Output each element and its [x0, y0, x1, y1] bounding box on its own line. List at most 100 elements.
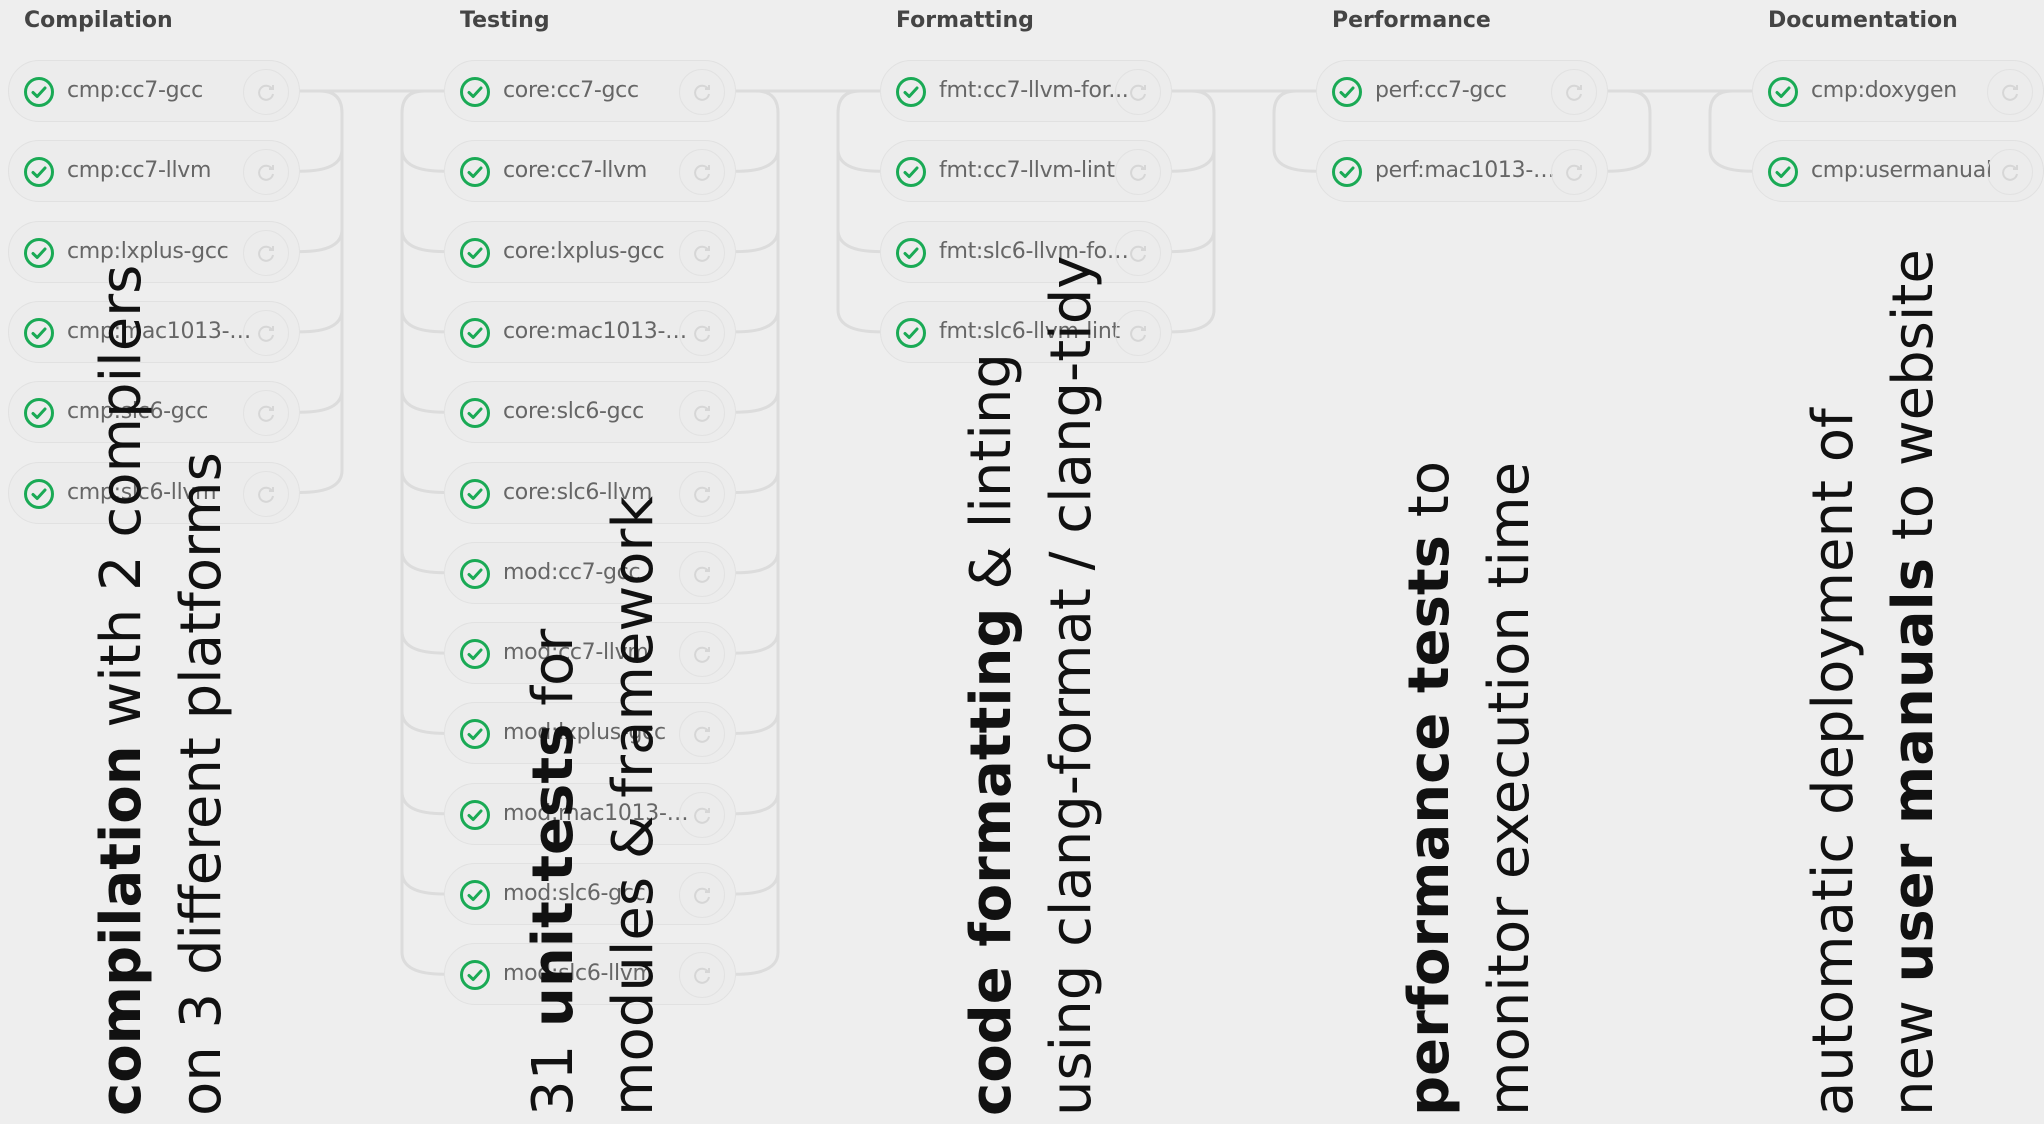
retry-icon[interactable] — [1115, 69, 1161, 115]
retry-icon[interactable] — [1987, 69, 2033, 115]
check-circle-icon — [1331, 76, 1363, 108]
annotation-emphasis: performance tests — [1397, 535, 1462, 1116]
annotation-text: with 2 compilers — [89, 264, 154, 746]
retry-icon[interactable] — [1115, 229, 1161, 276]
job-name[interactable]: cmp:usermanual — [1811, 158, 2001, 183]
connector-line — [299, 113, 344, 254]
retry-icon[interactable] — [679, 229, 725, 276]
job-name[interactable]: cmp:lxplus-gcc — [67, 239, 257, 264]
stage-title: Performance — [1332, 8, 1491, 33]
job-pill[interactable]: core:cc7-llvm — [444, 140, 736, 203]
job-name[interactable]: cmp:cc7-llvm — [67, 158, 257, 183]
job-name[interactable]: cmp:doxygen — [1811, 78, 2001, 103]
retry-icon[interactable] — [679, 711, 725, 758]
retry-icon[interactable] — [679, 550, 725, 597]
stage-title: Documentation — [1768, 8, 1958, 33]
retry-icon[interactable] — [679, 149, 725, 196]
job-name[interactable]: core:mac1013-c... — [503, 319, 693, 344]
retry-icon[interactable] — [679, 309, 725, 356]
check-circle-icon — [23, 237, 55, 269]
connector-line — [735, 113, 780, 334]
connector-line — [735, 113, 780, 254]
annotation-line: using clang-format / clang-tidy — [1032, 256, 1112, 1116]
job-pill[interactable]: cmp:usermanual — [1752, 140, 2044, 203]
connector-line — [1627, 89, 1652, 114]
stage-title: Compilation — [24, 8, 173, 33]
annotation-line: code formatting & linting — [952, 256, 1032, 1116]
check-circle-icon — [459, 237, 491, 269]
job-pill[interactable]: fmt:cc7-llvm-lint — [880, 140, 1172, 203]
annotation-text: on 3 different platforms — [169, 452, 234, 1116]
job-pill[interactable]: core:mac1013-c... — [444, 300, 736, 363]
job-name[interactable]: cmp:cc7-gcc — [67, 78, 257, 103]
connector-line — [319, 89, 344, 114]
retry-icon[interactable] — [679, 791, 725, 838]
retry-icon[interactable] — [1551, 149, 1597, 196]
connector-line — [400, 113, 445, 334]
job-name[interactable]: perf:cc7-gcc — [1375, 78, 1565, 103]
job-name[interactable]: fmt:cc7-llvm-lint — [939, 158, 1129, 183]
retry-icon[interactable] — [679, 872, 725, 918]
pipeline-graph: Compilation cmp:cc7-gcc cmp:cc7-llvm cmp:lx… — [0, 0, 2044, 1124]
job-pill[interactable]: core:cc7-gcc — [444, 60, 736, 122]
retry-icon[interactable] — [679, 470, 725, 517]
job-pill[interactable]: cmp:cc7-gcc — [8, 60, 300, 122]
connector-line — [299, 113, 344, 414]
stage-title: Formatting — [896, 8, 1034, 33]
check-circle-icon — [459, 959, 491, 991]
stage-title: Testing — [460, 8, 550, 33]
connector-line — [836, 113, 881, 254]
job-name[interactable]: core:cc7-llvm — [503, 158, 693, 183]
retry-icon[interactable] — [1115, 149, 1161, 196]
annotation-text: monitor execution time — [1477, 461, 1542, 1116]
check-circle-icon — [459, 317, 491, 349]
job-pill[interactable]: core:lxplus-gcc — [444, 220, 736, 283]
retry-icon[interactable] — [679, 69, 725, 115]
job-name[interactable]: core:slc6-gcc — [503, 399, 693, 424]
check-circle-icon — [459, 879, 491, 911]
annotation-line: performance tests to — [1390, 461, 1470, 1116]
stage-annotation: automatic deployment of new user manuals … — [1794, 249, 1954, 1116]
connector-line — [735, 113, 780, 896]
annotation-emphasis: unit tests — [521, 723, 586, 1027]
retry-icon[interactable] — [243, 149, 289, 196]
connector-line — [1272, 89, 1297, 114]
job-name[interactable]: fmt:cc7-llvm-for... — [939, 78, 1129, 103]
retry-icon[interactable] — [1115, 309, 1161, 356]
connector-line — [755, 89, 780, 114]
job-pill[interactable]: cmp:doxygen — [1752, 60, 2044, 122]
connector-line — [1171, 113, 1216, 173]
job-name[interactable]: core:lxplus-gcc — [503, 239, 693, 264]
check-circle-icon — [459, 718, 491, 750]
connector-line — [400, 113, 445, 254]
connector-line — [1171, 113, 1216, 254]
connector-line — [836, 113, 881, 173]
job-pill[interactable]: perf:mac1013-cl... — [1316, 140, 1608, 203]
check-circle-icon — [895, 76, 927, 108]
job-pill[interactable]: core:slc6-gcc — [444, 381, 736, 444]
check-circle-icon — [459, 397, 491, 429]
job-pill[interactable]: perf:cc7-gcc — [1316, 60, 1608, 122]
annotation-line: compilation with 2 compilers — [82, 265, 162, 1116]
job-name[interactable]: core:cc7-gcc — [503, 78, 693, 103]
retry-icon[interactable] — [243, 229, 289, 276]
stage-annotation: code formatting & linting using clang-for… — [952, 256, 1112, 1116]
retry-icon[interactable] — [243, 390, 289, 437]
retry-icon[interactable] — [1987, 149, 2033, 196]
connector-line — [400, 89, 425, 114]
job-pill[interactable]: fmt:cc7-llvm-for... — [880, 60, 1172, 122]
retry-icon[interactable] — [243, 69, 289, 115]
stage-annotation: 31 unit tests for modules & framework — [514, 496, 674, 1116]
retry-icon[interactable] — [679, 952, 725, 999]
retry-icon[interactable] — [243, 309, 289, 356]
job-pill[interactable]: cmp:cc7-llvm — [8, 140, 300, 203]
retry-icon[interactable] — [679, 390, 725, 437]
job-name[interactable]: perf:mac1013-cl... — [1375, 158, 1565, 183]
connector-line — [400, 113, 445, 816]
retry-icon[interactable] — [679, 631, 725, 678]
check-circle-icon — [23, 397, 55, 429]
retry-icon[interactable] — [243, 470, 289, 517]
annotation-line: new user manuals to website — [1874, 249, 1954, 1116]
retry-icon[interactable] — [1551, 69, 1597, 115]
check-circle-icon — [23, 478, 55, 510]
